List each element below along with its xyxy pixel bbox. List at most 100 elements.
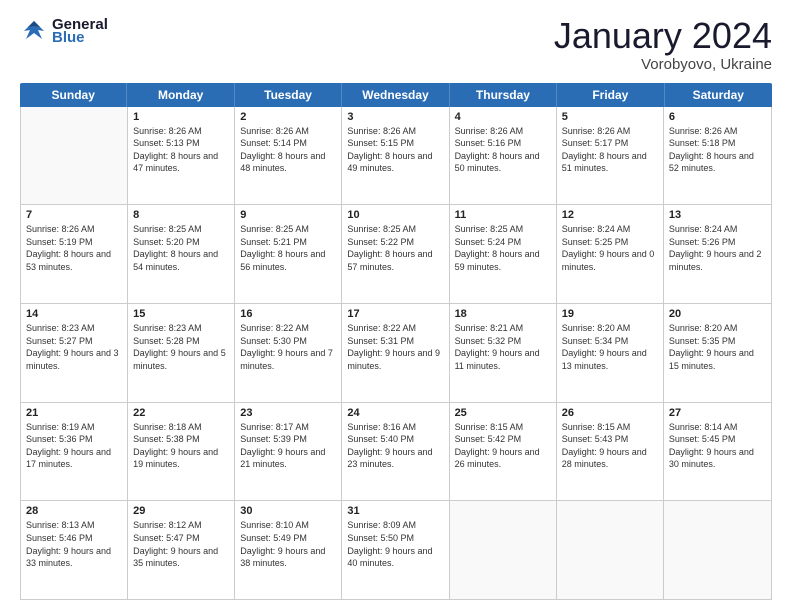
day-info: Sunrise: 8:23 AMSunset: 5:27 PMDaylight:… bbox=[26, 322, 122, 372]
calendar-cell: 20 Sunrise: 8:20 AMSunset: 5:35 PMDayligh… bbox=[664, 304, 771, 402]
calendar-cell: 25Sunrise: 8:15 AMSunset: 5:42 PMDayligh… bbox=[450, 403, 557, 501]
day-info: Sunrise: 8:22 AMSunset: 5:31 PMDaylight:… bbox=[347, 322, 443, 372]
day-info: Sunrise: 8:13 AMSunset: 5:46 PMDaylight:… bbox=[26, 519, 122, 569]
day-number: 3 bbox=[347, 111, 443, 123]
day-number: 21 bbox=[26, 407, 122, 419]
day-info: Sunrise: 8:17 AMSunset: 5:39 PMDaylight:… bbox=[240, 421, 336, 471]
day-info: Sunrise: 8:14 AMSunset: 5:45 PMDaylight:… bbox=[669, 421, 766, 471]
calendar-body: 1 Sunrise: 8:26 AMSunset: 5:13 PMDaylight… bbox=[20, 107, 772, 600]
header-day-saturday: Saturday bbox=[665, 83, 772, 107]
day-info: Sunrise: 8:26 AMSunset: 5:18 PMDaylight:… bbox=[669, 125, 766, 175]
calendar-cell: 8 Sunrise: 8:25 AMSunset: 5:20 PMDaylight… bbox=[128, 205, 235, 303]
day-info: Sunrise: 8:25 AMSunset: 5:20 PMDaylight:… bbox=[133, 223, 229, 273]
calendar-cell: 28Sunrise: 8:13 AMSunset: 5:46 PMDayligh… bbox=[21, 501, 128, 599]
page: General Blue January 2024 Vorobyovo, Ukr… bbox=[0, 0, 792, 612]
calendar-cell: 17 Sunrise: 8:22 AMSunset: 5:31 PMDayligh… bbox=[342, 304, 449, 402]
header-day-wednesday: Wednesday bbox=[342, 83, 449, 107]
calendar: SundayMondayTuesdayWednesdayThursdayFrid… bbox=[20, 83, 772, 600]
day-number: 19 bbox=[562, 308, 658, 320]
calendar-cell: 16Sunrise: 8:22 AMSunset: 5:30 PMDayligh… bbox=[235, 304, 342, 402]
day-info: Sunrise: 8:12 AMSunset: 5:47 PMDaylight:… bbox=[133, 519, 229, 569]
day-number: 8 bbox=[133, 209, 229, 221]
calendar-cell bbox=[664, 501, 771, 599]
calendar-cell: 31Sunrise: 8:09 AMSunset: 5:50 PMDayligh… bbox=[342, 501, 449, 599]
calendar-cell: 21 Sunrise: 8:19 AMSunset: 5:36 PMDayligh… bbox=[21, 403, 128, 501]
day-info: Sunrise: 8:21 AMSunset: 5:32 PMDaylight:… bbox=[455, 322, 551, 372]
day-number: 2 bbox=[240, 111, 336, 123]
calendar-cell: 15 Sunrise: 8:23 AMSunset: 5:28 PMDayligh… bbox=[128, 304, 235, 402]
calendar-cell: 23 Sunrise: 8:17 AMSunset: 5:39 PMDayligh… bbox=[235, 403, 342, 501]
calendar-cell: 2 Sunrise: 8:26 AMSunset: 5:14 PMDaylight… bbox=[235, 107, 342, 205]
header-day-monday: Monday bbox=[127, 83, 234, 107]
calendar-row-2: 14 Sunrise: 8:23 AMSunset: 5:27 PMDayligh… bbox=[21, 304, 771, 403]
day-info: Sunrise: 8:26 AMSunset: 5:17 PMDaylight:… bbox=[562, 125, 658, 175]
day-info: Sunrise: 8:16 AMSunset: 5:40 PMDaylight:… bbox=[347, 421, 443, 471]
calendar-cell: 22Sunrise: 8:18 AMSunset: 5:38 PMDayligh… bbox=[128, 403, 235, 501]
logo: General Blue bbox=[20, 16, 108, 46]
day-info: Sunrise: 8:15 AMSunset: 5:42 PMDaylight:… bbox=[455, 421, 551, 471]
day-number: 12 bbox=[562, 209, 658, 221]
day-info: Sunrise: 8:26 AMSunset: 5:15 PMDaylight:… bbox=[347, 125, 443, 175]
calendar-cell: 29Sunrise: 8:12 AMSunset: 5:47 PMDayligh… bbox=[128, 501, 235, 599]
day-info: Sunrise: 8:20 AMSunset: 5:35 PMDaylight:… bbox=[669, 322, 766, 372]
calendar-cell: 5 Sunrise: 8:26 AMSunset: 5:17 PMDaylight… bbox=[557, 107, 664, 205]
calendar-row-3: 21 Sunrise: 8:19 AMSunset: 5:36 PMDayligh… bbox=[21, 403, 771, 502]
calendar-cell: 7Sunrise: 8:26 AMSunset: 5:19 PMDaylight… bbox=[21, 205, 128, 303]
day-info: Sunrise: 8:25 AMSunset: 5:21 PMDaylight:… bbox=[240, 223, 336, 273]
calendar-cell: 10 Sunrise: 8:25 AMSunset: 5:22 PMDayligh… bbox=[342, 205, 449, 303]
logo-bird-icon bbox=[20, 17, 48, 45]
day-number: 5 bbox=[562, 111, 658, 123]
calendar-cell: 6 Sunrise: 8:26 AMSunset: 5:18 PMDaylight… bbox=[664, 107, 771, 205]
day-info: Sunrise: 8:09 AMSunset: 5:50 PMDaylight:… bbox=[347, 519, 443, 569]
day-info: Sunrise: 8:22 AMSunset: 5:30 PMDaylight:… bbox=[240, 322, 336, 372]
day-number: 11 bbox=[455, 209, 551, 221]
calendar-cell: 19Sunrise: 8:20 AMSunset: 5:34 PMDayligh… bbox=[557, 304, 664, 402]
day-number: 10 bbox=[347, 209, 443, 221]
calendar-cell: 9 Sunrise: 8:25 AMSunset: 5:21 PMDaylight… bbox=[235, 205, 342, 303]
calendar-header: SundayMondayTuesdayWednesdayThursdayFrid… bbox=[20, 83, 772, 107]
calendar-cell: 24 Sunrise: 8:16 AMSunset: 5:40 PMDayligh… bbox=[342, 403, 449, 501]
day-info: Sunrise: 8:26 AMSunset: 5:13 PMDaylight:… bbox=[133, 125, 229, 175]
day-number: 1 bbox=[133, 111, 229, 123]
day-number: 23 bbox=[240, 407, 336, 419]
day-number: 24 bbox=[347, 407, 443, 419]
day-info: Sunrise: 8:26 AMSunset: 5:14 PMDaylight:… bbox=[240, 125, 336, 175]
calendar-cell bbox=[557, 501, 664, 599]
day-info: Sunrise: 8:15 AMSunset: 5:43 PMDaylight:… bbox=[562, 421, 658, 471]
calendar-cell: 4 Sunrise: 8:26 AMSunset: 5:16 PMDaylight… bbox=[450, 107, 557, 205]
day-number: 20 bbox=[669, 308, 766, 320]
title-block: January 2024 Vorobyovo, Ukraine bbox=[554, 16, 772, 73]
day-number: 17 bbox=[347, 308, 443, 320]
day-info: Sunrise: 8:25 AMSunset: 5:24 PMDaylight:… bbox=[455, 223, 551, 273]
calendar-cell: 30 Sunrise: 8:10 AMSunset: 5:49 PMDayligh… bbox=[235, 501, 342, 599]
day-info: Sunrise: 8:24 AMSunset: 5:26 PMDaylight:… bbox=[669, 223, 766, 273]
day-number: 6 bbox=[669, 111, 766, 123]
day-number: 9 bbox=[240, 209, 336, 221]
calendar-cell bbox=[21, 107, 128, 205]
day-number: 30 bbox=[240, 505, 336, 517]
day-info: Sunrise: 8:26 AMSunset: 5:16 PMDaylight:… bbox=[455, 125, 551, 175]
calendar-row-1: 7Sunrise: 8:26 AMSunset: 5:19 PMDaylight… bbox=[21, 205, 771, 304]
location: Vorobyovo, Ukraine bbox=[554, 56, 772, 73]
header-day-friday: Friday bbox=[557, 83, 664, 107]
calendar-cell: 3 Sunrise: 8:26 AMSunset: 5:15 PMDaylight… bbox=[342, 107, 449, 205]
calendar-cell: 27 Sunrise: 8:14 AMSunset: 5:45 PMDayligh… bbox=[664, 403, 771, 501]
calendar-cell: 18Sunrise: 8:21 AMSunset: 5:32 PMDayligh… bbox=[450, 304, 557, 402]
day-number: 27 bbox=[669, 407, 766, 419]
header: General Blue January 2024 Vorobyovo, Ukr… bbox=[20, 16, 772, 73]
calendar-row-0: 1 Sunrise: 8:26 AMSunset: 5:13 PMDaylight… bbox=[21, 107, 771, 206]
calendar-cell: 13Sunrise: 8:24 AMSunset: 5:26 PMDayligh… bbox=[664, 205, 771, 303]
day-info: Sunrise: 8:10 AMSunset: 5:49 PMDaylight:… bbox=[240, 519, 336, 569]
day-info: Sunrise: 8:25 AMSunset: 5:22 PMDaylight:… bbox=[347, 223, 443, 273]
calendar-cell: 11 Sunrise: 8:25 AMSunset: 5:24 PMDayligh… bbox=[450, 205, 557, 303]
day-info: Sunrise: 8:19 AMSunset: 5:36 PMDaylight:… bbox=[26, 421, 122, 471]
calendar-cell: 14 Sunrise: 8:23 AMSunset: 5:27 PMDayligh… bbox=[21, 304, 128, 402]
calendar-cell: 1 Sunrise: 8:26 AMSunset: 5:13 PMDaylight… bbox=[128, 107, 235, 205]
day-number: 15 bbox=[133, 308, 229, 320]
calendar-cell: 12Sunrise: 8:24 AMSunset: 5:25 PMDayligh… bbox=[557, 205, 664, 303]
day-info: Sunrise: 8:23 AMSunset: 5:28 PMDaylight:… bbox=[133, 322, 229, 372]
day-number: 4 bbox=[455, 111, 551, 123]
day-number: 14 bbox=[26, 308, 122, 320]
calendar-cell: 26Sunrise: 8:15 AMSunset: 5:43 PMDayligh… bbox=[557, 403, 664, 501]
calendar-cell bbox=[450, 501, 557, 599]
